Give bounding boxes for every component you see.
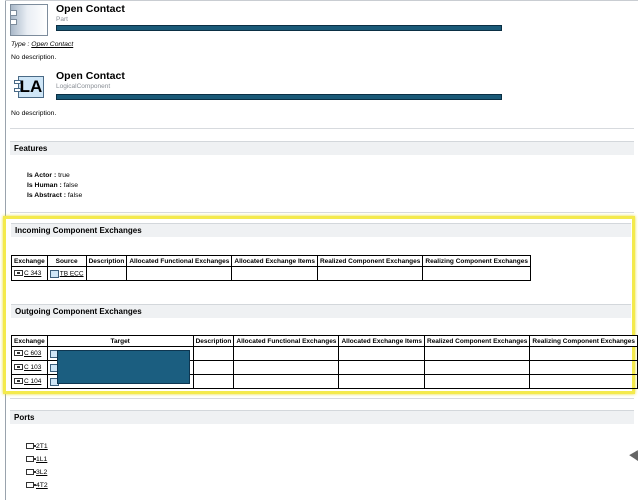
col-header: Allocated Functional Exchanges (233, 335, 340, 347)
component-icon (49, 269, 59, 278)
list-item[interactable]: 3L2 (26, 469, 47, 476)
table-cell (231, 266, 318, 281)
part-type-line: Type : Open Contact (11, 41, 73, 48)
table-cell (529, 360, 638, 375)
col-header: Target (46, 335, 194, 347)
col-header: Realizing Component Exchanges (529, 335, 638, 347)
part-type-link[interactable]: Open Contact (31, 41, 73, 48)
part-icon (10, 4, 48, 36)
list-item[interactable]: 1L1 (26, 456, 47, 463)
table-cell (338, 346, 425, 361)
col-header: Allocated Functional Exchanges (126, 255, 233, 267)
table-cell (529, 374, 638, 389)
col-header: Exchange (11, 255, 48, 267)
logical-title-bar (56, 94, 502, 100)
part-title-bar (56, 25, 502, 31)
outgoing-heading: Outgoing Component Exchanges (11, 304, 631, 318)
col-header: Exchange (11, 335, 48, 347)
feature-is-abstract: Is Abstract : false (27, 192, 83, 199)
feature-is-actor: Is Actor : true (27, 172, 70, 179)
outgoing-header-row: Exchange Target Description Allocated Fu… (11, 335, 638, 347)
component-exchange-icon (14, 350, 23, 357)
table-cell (126, 266, 233, 281)
col-header: Realizing Component Exchanges (422, 255, 531, 267)
table-cell (233, 360, 340, 375)
table-cell (192, 374, 235, 389)
port-icon (26, 482, 36, 489)
table-cell (233, 374, 340, 389)
logical-title: Open Contact (56, 70, 125, 82)
table-cell (338, 360, 425, 375)
divider (10, 212, 634, 213)
col-header: Allocated Exchange Items (231, 255, 318, 267)
table-cell (423, 346, 531, 361)
col-header: Description (85, 255, 128, 267)
logical-description: No description. (11, 110, 57, 117)
component-exchange-icon (14, 270, 23, 277)
exchange-cell[interactable]: C 103 (11, 360, 48, 375)
col-header: Realized Component Exchanges (423, 335, 531, 347)
ports-heading: Ports (10, 410, 634, 424)
col-header: Realized Component Exchanges (316, 255, 424, 267)
component-exchange-icon (14, 364, 23, 371)
part-subtitle: Part (56, 16, 68, 23)
logical-subtitle: LogicalComponent (56, 83, 111, 90)
table-row: C 343 TB ECC (11, 266, 531, 281)
divider (10, 128, 634, 129)
list-item[interactable]: 4T2 (26, 482, 48, 489)
features-heading: Features (10, 141, 634, 155)
source-cell[interactable]: TB ECC (46, 266, 87, 281)
divider (10, 398, 634, 399)
incoming-heading: Incoming Component Exchanges (11, 223, 631, 237)
table-cell (233, 346, 340, 361)
table-cell (529, 346, 638, 361)
list-item[interactable]: 2T1 (26, 443, 48, 450)
page-top-border (5, 0, 638, 1)
part-description: No description. (11, 54, 57, 61)
incoming-header-row: Exchange Source Description Allocated Fu… (11, 255, 531, 267)
port-icon (26, 443, 36, 450)
part-type-label: Type : (11, 41, 32, 48)
part-title: Open Contact (56, 3, 125, 15)
feature-is-human: Is Human : false (27, 182, 78, 189)
exchange-cell[interactable]: C 343 (11, 266, 48, 281)
col-header: Allocated Exchange Items (338, 335, 425, 347)
logical-component-icon: LA (10, 70, 48, 100)
table-cell (192, 346, 235, 361)
exchange-cell[interactable]: C 104 (11, 374, 48, 389)
table-cell (422, 266, 531, 281)
table-cell (192, 360, 235, 375)
redacted-target-names (57, 350, 190, 384)
table-cell (85, 266, 128, 281)
incoming-table: Exchange Source Description Allocated Fu… (11, 255, 531, 281)
col-header: Source (46, 255, 87, 267)
mouse-cursor-icon (629, 450, 638, 464)
component-exchange-icon (14, 378, 23, 385)
port-icon (26, 469, 36, 476)
table-cell (423, 360, 531, 375)
table-cell (338, 374, 425, 389)
table-cell (316, 266, 424, 281)
port-icon (26, 456, 36, 463)
col-header: Description (192, 335, 235, 347)
exchange-cell[interactable]: C 603 (11, 346, 48, 361)
table-cell (423, 374, 531, 389)
